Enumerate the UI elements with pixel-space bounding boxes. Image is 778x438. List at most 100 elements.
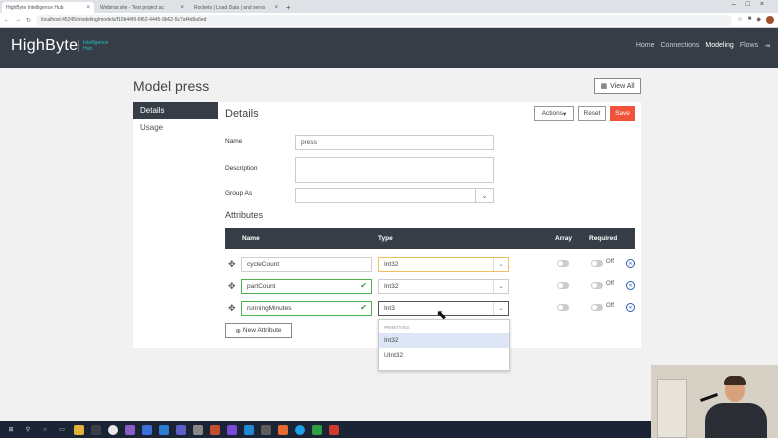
new-tab-button[interactable]: + [286,2,291,13]
chevron-down-icon[interactable]: ⌄ [493,302,508,315]
attribute-name-input[interactable]: cycleCount [241,257,372,272]
app-icon[interactable] [193,424,203,435]
name-value: partCount [247,283,276,290]
save-button[interactable]: Save [610,106,635,121]
browser-tab-2[interactable]: Webinar.site - Test project ac × [96,2,188,13]
description-field[interactable] [295,157,494,183]
description-label: Description [225,165,258,172]
back-icon[interactable]: ← [4,17,10,23]
file-explorer-icon[interactable] [74,424,84,435]
webcam-overlay [651,365,778,438]
app-icon[interactable] [210,424,220,435]
browser-tab-1[interactable]: HighByte Intelligence Hub × [2,2,94,13]
forward-icon[interactable]: → [15,17,21,23]
extensions: ☆ ■ ◆ [737,16,774,24]
windows-start-icon[interactable]: ⊞ [6,425,16,435]
sidebar-item-details[interactable]: Details [133,102,218,119]
array-toggle[interactable] [557,304,569,311]
app-header: HighByte Intelligence Hub Home Connectio… [0,28,778,68]
close-tab-icon[interactable]: × [180,5,184,11]
extension-icon[interactable]: ■ [748,16,752,24]
extension-icon[interactable]: ◆ [756,16,761,24]
reload-icon[interactable]: ↻ [26,17,31,24]
header-name: Name [242,235,260,242]
name-field[interactable]: press [295,135,494,150]
address-bar: ← → ↻ localhost:45245/modeling/models/f1… [0,13,778,28]
star-icon[interactable]: ☆ [737,16,742,24]
required-state: Off [606,281,614,287]
nav-modeling[interactable]: Modeling [705,42,733,50]
details-title: Details [225,108,259,120]
presenter-body [705,403,767,438]
remove-attribute-icon[interactable]: ✕ [626,281,635,290]
drag-handle-icon[interactable]: ✥ [228,281,236,292]
array-toggle[interactable] [557,260,569,267]
dropdown-option-uint32[interactable]: UInt32 [379,348,509,363]
header-type: Type [378,235,393,242]
type-value: Int3 [384,305,395,312]
remove-attribute-icon[interactable]: ✕ [626,259,635,268]
chrome-icon[interactable] [108,424,118,435]
teams-icon[interactable] [176,424,186,435]
browser-tab-3[interactable]: Rockets | Load Data | and servo × [190,2,282,13]
attribute-type-select[interactable]: Int32 ⌄ [378,279,509,294]
app-icon[interactable] [312,424,322,435]
chevron-down-icon[interactable]: ⌄ [493,258,508,271]
outlook-icon[interactable] [159,424,169,435]
store-icon[interactable] [91,424,101,435]
required-toggle[interactable] [591,260,603,267]
drag-handle-icon[interactable]: ✥ [228,303,236,314]
chevron-down-icon[interactable]: ⌄ [475,189,493,202]
app-icon[interactable] [142,424,152,435]
logo-subtitle: Intelligence Hub [78,40,118,52]
required-toggle[interactable] [591,282,603,289]
model-sidebar: Details Usage [133,102,218,348]
drag-handle-icon[interactable]: ✥ [228,259,236,270]
reset-button[interactable]: Reset [578,106,606,121]
url-field[interactable]: localhost:45245/modeling/models/f10b44f9… [36,14,733,26]
close-tab-icon[interactable]: × [274,5,278,11]
app-icon[interactable] [278,424,288,435]
profile-avatar[interactable] [766,16,774,24]
required-toggle[interactable] [591,304,603,311]
attribute-name-input[interactable]: partCount ✔ [241,279,372,294]
checkmark-icon: ✔ [360,303,367,312]
logout-icon[interactable]: ⇥ [764,42,770,50]
window-controls[interactable]: –□× [732,1,774,8]
vscode-icon[interactable] [244,424,254,435]
array-toggle[interactable] [557,282,569,289]
view-all-button[interactable]: ▦ View All [594,78,641,94]
checkmark-icon: ✔ [360,281,367,290]
name-label: Name [225,138,243,145]
group-as-select[interactable]: ⌄ [295,188,494,203]
task-view-icon[interactable]: ▭ [57,425,67,435]
cortana-icon[interactable]: ○ [40,425,50,435]
remove-attribute-icon[interactable]: ✕ [626,303,635,312]
app-icon[interactable] [329,424,339,435]
logo[interactable]: HighByte [11,37,78,55]
app-icon[interactable] [261,424,271,435]
dropdown-option-int32[interactable]: Int32 [379,333,509,348]
nav-home[interactable]: Home [636,42,655,50]
plus-circle-icon: ⊕ [235,327,241,335]
name-value: runningMinutes [247,305,292,312]
attribute-type-select[interactable]: Int32 ⌄ [378,257,509,272]
attribute-name-input[interactable]: runningMinutes ✔ [241,301,372,316]
app-icon[interactable] [125,424,135,435]
app-icon[interactable] [227,424,237,435]
close-tab-icon[interactable]: × [86,5,90,11]
attributes-title: Attributes [225,210,264,220]
tab-label: Rockets | Load Data | and servo [194,4,266,11]
view-all-label: View All [610,82,635,90]
chevron-down-icon[interactable]: ⌄ [493,280,508,293]
browser-tab-strip: HighByte Intelligence Hub × Webinar.site … [0,0,778,13]
sidebar-item-usage[interactable]: Usage [133,119,218,136]
search-icon[interactable]: ⚲ [23,425,33,435]
app-icon[interactable] [295,424,305,435]
actions-button[interactable]: Actions ▾ [534,106,574,121]
new-attribute-label: New Attribute [242,327,282,334]
nav-flows[interactable]: Flows [740,42,758,50]
nav-connections[interactable]: Connections [661,42,700,50]
required-state: Off [606,303,614,309]
new-attribute-button[interactable]: ⊕ New Attribute [225,323,292,338]
